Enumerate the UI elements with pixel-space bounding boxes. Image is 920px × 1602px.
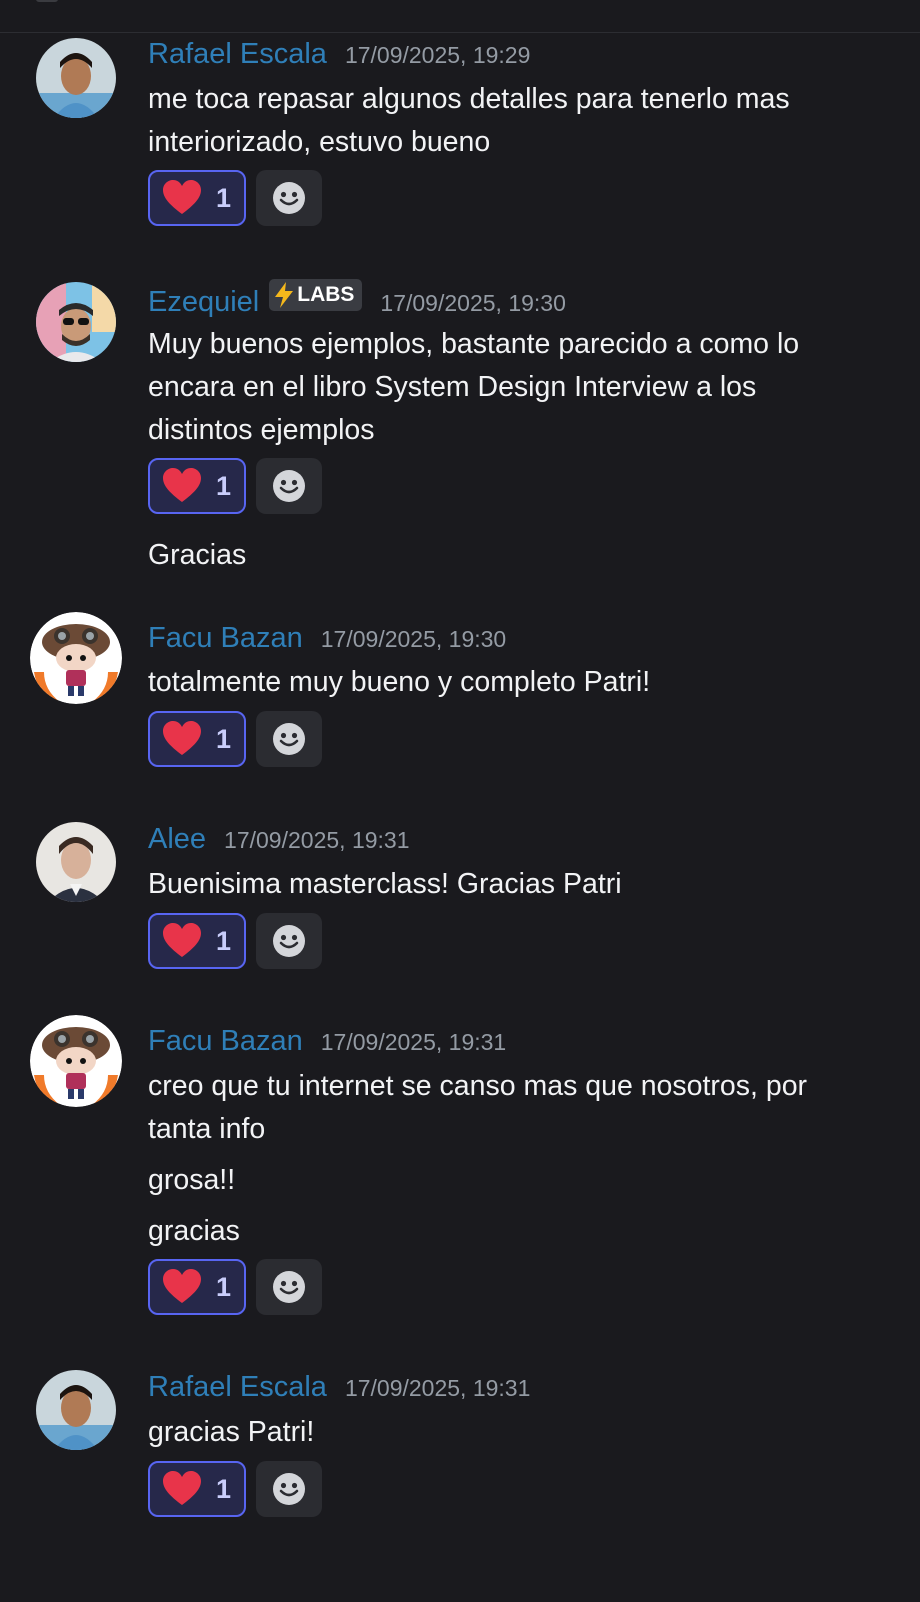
message-text: interiorizado, estuvo bueno — [148, 126, 491, 158]
avatar-rafael[interactable] — [36, 1370, 116, 1450]
badge-label: LABS — [297, 283, 355, 306]
message-text: gracias — [148, 1215, 240, 1247]
message-text: distintos ejemplos — [148, 414, 375, 446]
username[interactable]: Facu Bazan — [148, 622, 303, 655]
heart-reaction-button[interactable]: 1 — [148, 170, 246, 226]
reaction-count: 1 — [216, 1271, 232, 1302]
avatar-alee[interactable] — [36, 822, 116, 902]
timestamp[interactable]: 17/09/2025, 19:29 — [345, 42, 530, 69]
message-text: encara en el libro System Design Intervi… — [148, 371, 757, 403]
add-reaction-icon — [273, 1271, 305, 1303]
message-text: totalmente muy bueno y completo Patri! — [148, 666, 651, 698]
heart-reaction-button[interactable]: 1 — [148, 1461, 246, 1517]
reaction-count: 1 — [216, 925, 232, 956]
add-reaction-icon — [273, 182, 305, 214]
timestamp[interactable]: 17/09/2025, 19:31 — [321, 1029, 506, 1056]
heart-icon — [163, 923, 201, 957]
message-text: Muy buenos ejemplos, bastante parecido a… — [148, 328, 800, 360]
add-reaction-icon — [273, 723, 305, 755]
username[interactable]: Ezequiel — [148, 286, 259, 319]
username[interactable]: Rafael Escala — [148, 38, 327, 71]
message-text: grosa!! — [148, 1164, 236, 1196]
avatar-rafael[interactable] — [36, 38, 116, 118]
heart-reaction-button[interactable]: 1 — [148, 711, 246, 767]
add-reaction-button[interactable] — [256, 458, 322, 514]
message-text: gracias Patri! — [148, 1416, 315, 1448]
add-reaction-button[interactable] — [256, 170, 322, 226]
timestamp[interactable]: 17/09/2025, 19:31 — [345, 1375, 530, 1402]
username[interactable]: Alee — [148, 823, 206, 856]
message-text: Buenisima masterclass! Gracias Patri — [148, 868, 622, 900]
topbar-stub — [36, 0, 58, 2]
add-reaction-button[interactable] — [256, 711, 322, 767]
heart-icon — [163, 1471, 201, 1505]
heart-reaction-button[interactable]: 1 — [148, 1259, 246, 1315]
heart-reaction-button[interactable]: 1 — [148, 913, 246, 969]
message-text: Gracias — [148, 539, 247, 571]
add-reaction-icon — [273, 925, 305, 957]
avatar-facu[interactable] — [30, 1015, 122, 1107]
reaction-count: 1 — [216, 723, 232, 754]
reaction-count: 1 — [216, 182, 232, 213]
username[interactable]: Rafael Escala — [148, 1371, 327, 1404]
lightning-icon — [275, 282, 294, 308]
add-reaction-icon — [273, 470, 305, 502]
add-reaction-button[interactable] — [256, 913, 322, 969]
add-reaction-icon — [273, 1473, 305, 1505]
message-text: creo que tu internet se canso mas que no… — [148, 1070, 808, 1102]
message-text: me toca repasar algunos detalles para te… — [148, 83, 790, 115]
add-reaction-button[interactable] — [256, 1259, 322, 1315]
reaction-count: 1 — [216, 470, 232, 501]
username[interactable]: Facu Bazan — [148, 1025, 303, 1058]
labs-badge[interactable]: LABS — [269, 279, 363, 311]
heart-icon — [163, 180, 201, 214]
timestamp[interactable]: 17/09/2025, 19:31 — [224, 827, 409, 854]
heart-icon — [163, 721, 201, 755]
avatar-ezequiel[interactable] — [36, 282, 116, 362]
timestamp[interactable]: 17/09/2025, 19:30 — [380, 290, 565, 317]
heart-reaction-button[interactable]: 1 — [148, 458, 246, 514]
heart-icon — [163, 468, 201, 502]
channel-topbar — [0, 0, 920, 33]
timestamp[interactable]: 17/09/2025, 19:30 — [321, 626, 506, 653]
heart-icon — [163, 1269, 201, 1303]
add-reaction-button[interactable] — [256, 1461, 322, 1517]
message-text: tanta info — [148, 1113, 266, 1145]
reaction-count: 1 — [216, 1473, 232, 1504]
avatar-facu[interactable] — [30, 612, 122, 704]
